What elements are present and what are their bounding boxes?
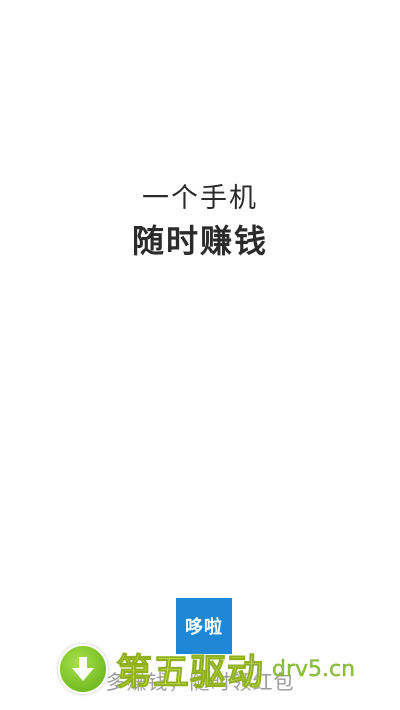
watermark: 第五驱动 drv5.cn [58, 644, 355, 694]
watermark-text: 第五驱动 [115, 652, 265, 694]
slogan-line-2: 随时赚钱 [131, 222, 268, 260]
download-arrow-icon [58, 644, 108, 694]
slogan-line-1: 一个手机 [142, 183, 258, 214]
app-logo-text: 哆啦 [185, 617, 223, 638]
watermark-url: drv5.cn [272, 656, 356, 682]
